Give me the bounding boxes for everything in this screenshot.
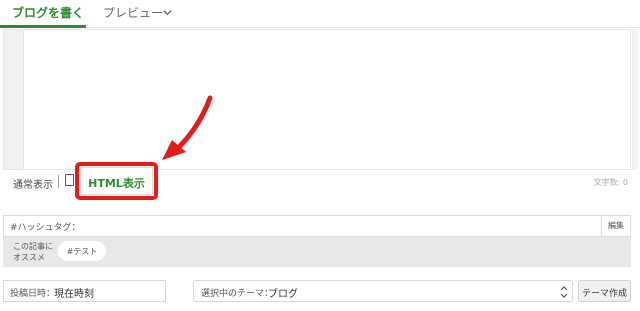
post-date-field[interactable]: 投稿日時： 現在時刻 bbox=[3, 280, 166, 302]
hashtag-input[interactable] bbox=[3, 215, 631, 237]
select-updown-icon bbox=[560, 286, 568, 298]
chevron-down-icon bbox=[163, 10, 172, 16]
editor-tab-bar: ブログを書く プレビュー bbox=[0, 0, 640, 28]
tab-preview-label: プレビュー bbox=[103, 6, 164, 20]
tab-write-blog-label: ブログを書く bbox=[12, 6, 85, 20]
arrow-icon bbox=[162, 95, 213, 160]
char-count: 文字数: 0 bbox=[593, 178, 628, 187]
mode-divider bbox=[58, 175, 59, 188]
mode-switch-icon bbox=[65, 174, 74, 186]
theme-select-value: ブログ bbox=[268, 289, 298, 300]
post-date-label: 投稿日時： bbox=[10, 289, 56, 299]
tab-write-blog[interactable]: ブログを書く bbox=[0, 0, 86, 28]
html-view-button[interactable]: HTML表示 bbox=[80, 167, 153, 195]
suggested-tag-label: #テスト bbox=[66, 247, 98, 256]
recommended-label-line1: この記事に bbox=[13, 242, 53, 251]
scrollbar[interactable] bbox=[632, 29, 638, 170]
theme-select-label: 選択中のテーマ： bbox=[201, 289, 274, 299]
theme-select[interactable]: 選択中のテーマ： ブログ bbox=[193, 280, 573, 302]
editor-gutter bbox=[4, 30, 24, 169]
editor-textarea[interactable] bbox=[3, 29, 631, 170]
recommended-label-line2: オススメ bbox=[13, 253, 45, 262]
create-theme-label: テーマ作成 bbox=[581, 289, 627, 299]
post-date-value: 現在時刻 bbox=[54, 289, 94, 300]
recommended-label: この記事に オススメ bbox=[13, 241, 57, 263]
suggested-tag-pill[interactable]: #テスト bbox=[58, 241, 106, 261]
hashtag-edit-label: 編集 bbox=[608, 221, 624, 230]
normal-view-toggle[interactable]: 通常表示 bbox=[13, 176, 53, 191]
html-view-button-label: HTML表示 bbox=[88, 177, 145, 190]
create-theme-button[interactable]: テーマ作成 bbox=[578, 280, 631, 302]
hashtag-label: #ハッシュタグ： bbox=[10, 223, 81, 233]
hashtag-edit-button[interactable]: 編集 bbox=[601, 215, 631, 237]
